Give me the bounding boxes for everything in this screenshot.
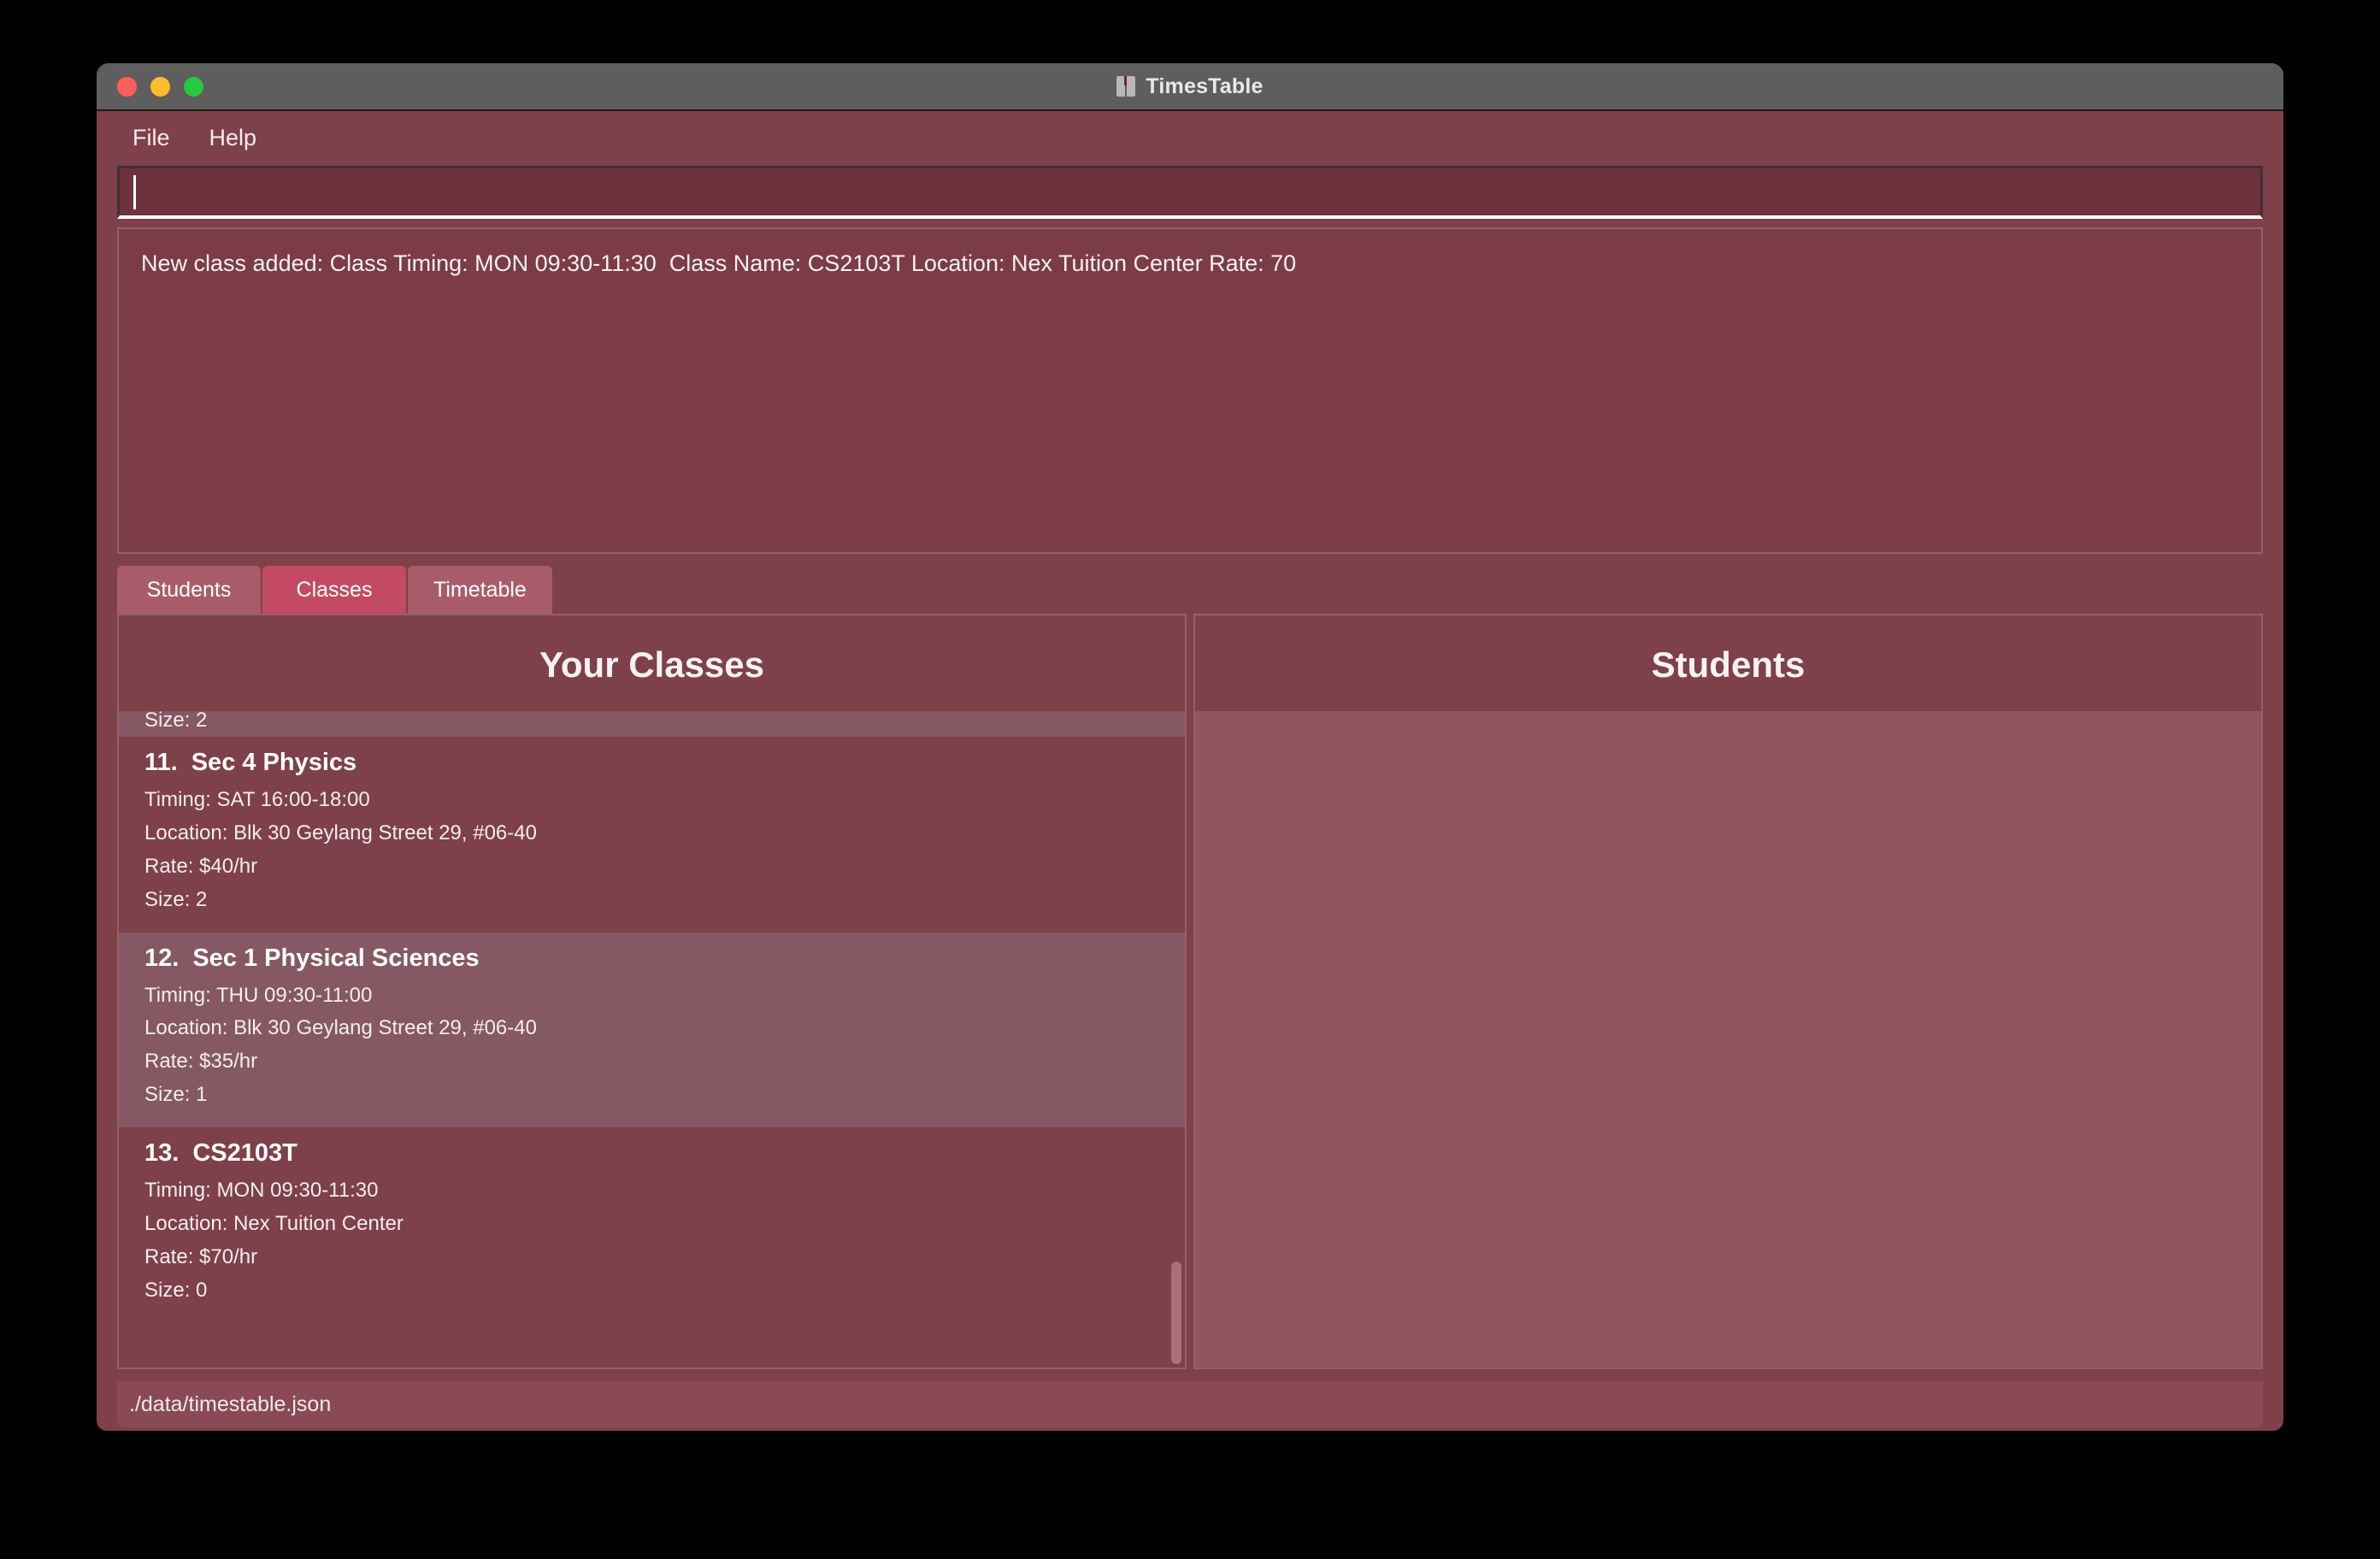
class-rate: Rate: $35/hr (144, 1050, 258, 1074)
book-icon (1116, 74, 1136, 98)
classes-panel-title: Your Classes (539, 644, 764, 685)
maximize-window-button[interactable] (184, 76, 203, 97)
classes-scrollbar[interactable] (1168, 711, 1185, 1368)
tab-timetable[interactable]: Timetable (408, 566, 552, 614)
students-panel: Students (1193, 614, 2263, 1369)
menu-item-help[interactable]: Help (194, 121, 273, 155)
classes-panel-body: Size: 2 11. Sec 4 Physics Timing: SAT 16… (119, 711, 1185, 1368)
status-bar-inner: ./data/timestable.json (117, 1381, 2263, 1427)
class-index: 13. (144, 1139, 180, 1167)
class-location: Location: Blk 30 Geylang Street 29, #06-… (144, 821, 537, 844)
class-timing: Timing: SAT 16:00-18:00 (144, 788, 370, 811)
class-name: Sec 1 Physical Sciences (192, 944, 480, 972)
class-location: Location: Blk 30 Geylang Street 29, #06-… (144, 1016, 537, 1040)
class-size: Size: 1 (144, 1083, 208, 1107)
result-display: New class added: Class Timing: MON 09:30… (117, 227, 2263, 554)
window-title: TimesTable (1146, 74, 1264, 98)
menu-bar: File Help (97, 111, 2283, 164)
list-item[interactable]: 11. Sec 4 Physics Timing: SAT 16:00-18:0… (119, 737, 1185, 932)
class-rate: Rate: $40/hr (144, 854, 258, 878)
tab-classes[interactable]: Classes (262, 566, 406, 614)
window-controls (117, 76, 203, 97)
classes-list[interactable]: Size: 2 11. Sec 4 Physics Timing: SAT 16… (119, 711, 1185, 1368)
students-list[interactable] (1195, 711, 2261, 1368)
text-caret (133, 174, 136, 209)
status-bar: ./data/timestable.json (97, 1378, 2283, 1431)
class-timing: Timing: MON 09:30-11:30 (144, 1179, 379, 1202)
list-item[interactable]: 12. Sec 1 Physical Sciences Timing: THU … (119, 932, 1185, 1127)
result-message: New class added: Class Timing: MON 09:30… (141, 250, 1297, 276)
app-window: TimesTable File Help New class added: Cl… (97, 63, 2283, 1431)
class-size: Size: 2 (144, 887, 208, 911)
minimize-window-button[interactable] (150, 76, 170, 97)
class-timing: Timing: THU 09:30-11:00 (144, 983, 373, 1007)
list-item[interactable]: 13. CS2103T Timing: MON 09:30-11:30 Loca… (119, 1127, 1185, 1323)
content-area: Your Classes Size: 2 11. Sec 4 Physics T… (97, 614, 2283, 1369)
tab-bar: Students Classes Timetable (97, 554, 2283, 614)
class-index: 11. (144, 749, 178, 776)
classes-scrollbar-thumb[interactable] (1171, 1262, 1181, 1364)
classes-panel: Your Classes Size: 2 11. Sec 4 Physics T… (117, 614, 1187, 1369)
class-index: 12. (144, 944, 180, 972)
class-title: 13. CS2103T (144, 1139, 1159, 1168)
class-rate: Rate: $70/hr (144, 1244, 258, 1268)
class-size: Size: 2 (144, 711, 208, 732)
save-location-path: ./data/timestable.json (129, 1391, 332, 1416)
tab-students[interactable]: Students (117, 566, 261, 614)
menu-item-file[interactable]: File (117, 121, 186, 155)
class-title: 11. Sec 4 Physics (144, 749, 1159, 777)
command-area (97, 166, 2283, 219)
class-size: Size: 0 (144, 1278, 208, 1302)
close-window-button[interactable] (117, 76, 137, 97)
class-location: Location: Nex Tuition Center (144, 1211, 404, 1235)
list-item-partial[interactable]: Size: 2 (119, 711, 1185, 737)
class-name: CS2103T (192, 1139, 298, 1167)
class-title: 12. Sec 1 Physical Sciences (144, 944, 1159, 973)
students-panel-title: Students (1651, 644, 1806, 685)
title-bar: TimesTable (97, 63, 2283, 111)
result-area: New class added: Class Timing: MON 09:30… (97, 219, 2283, 554)
title-bar-center: TimesTable (97, 74, 2283, 99)
command-input[interactable] (117, 166, 2263, 219)
class-name: Sec 4 Physics (191, 749, 357, 776)
